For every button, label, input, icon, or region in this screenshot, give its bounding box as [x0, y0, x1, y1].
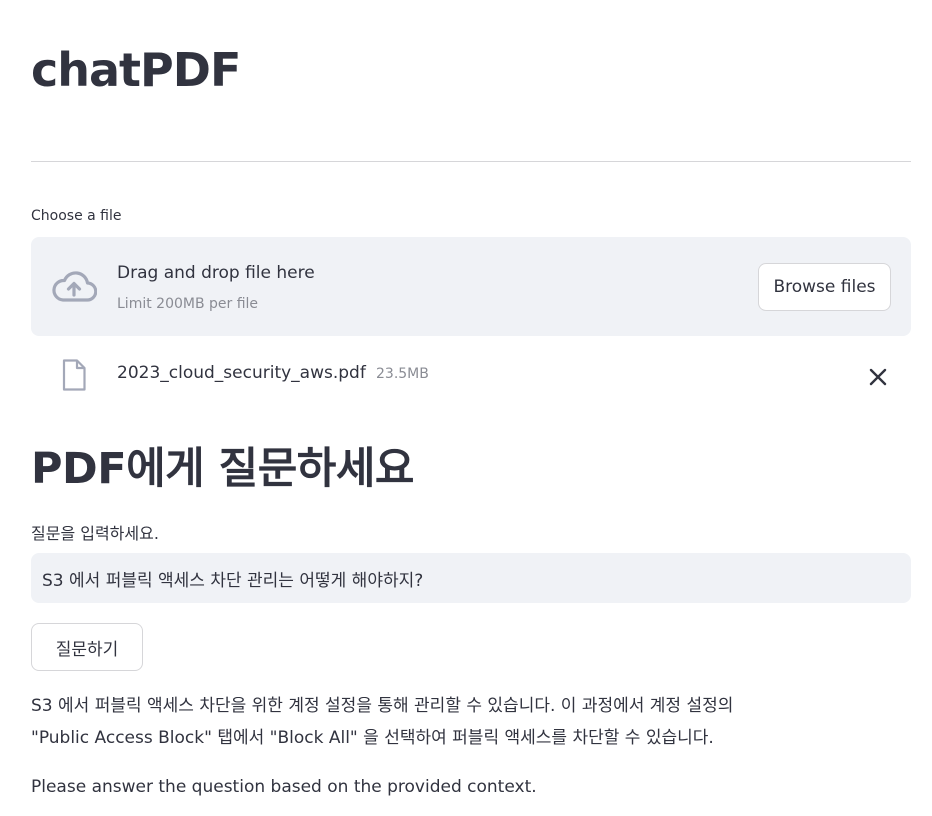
uploaded-file-row: 2023_cloud_security_aws.pdf 23.5MB [31, 350, 911, 400]
file-size: 23.5MB [376, 366, 429, 382]
cloud-upload-icon [52, 271, 97, 302]
ask-button[interactable]: 질문하기 [31, 623, 143, 671]
browse-files-button[interactable]: Browse files [758, 263, 891, 311]
context-note: Please answer the question based on the … [31, 777, 537, 797]
file-name: 2023_cloud_security_aws.pdf [117, 363, 366, 383]
file-uploader-label: Choose a file [31, 208, 122, 224]
page-title: chatPDF [31, 43, 241, 97]
answer-line: S3 에서 퍼블릭 액세스 차단을 위한 계정 설정을 통해 관리할 수 있습니… [31, 696, 734, 716]
divider [31, 161, 911, 162]
dropzone-limit: Limit 200MB per file [117, 296, 259, 312]
question-input[interactable] [31, 553, 911, 603]
file-icon [62, 359, 86, 391]
section-title: PDF에게 질문하세요 [31, 444, 414, 494]
file-dropzone[interactable]: Drag and drop file here Limit 200MB per … [31, 237, 911, 336]
answer-line: "Public Access Block" 탭에서 "Block All" 을 … [31, 728, 714, 748]
question-input-label: 질문을 입력하세요. [31, 524, 159, 543]
dropzone-title: Drag and drop file here [117, 263, 315, 283]
close-icon[interactable] [865, 364, 891, 390]
answer-text: S3 에서 퍼블릭 액세스 차단을 위한 계정 설정을 통해 관리할 수 있습니… [31, 690, 911, 754]
